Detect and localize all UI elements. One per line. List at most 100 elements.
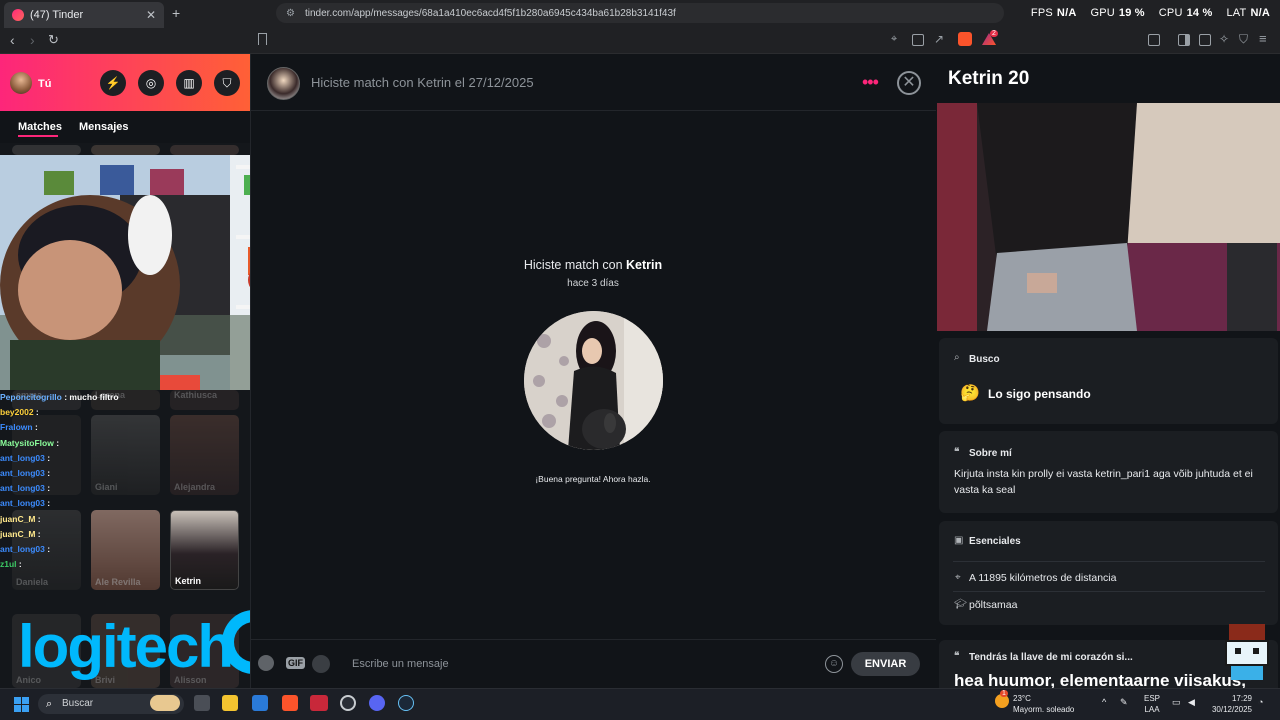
safety-toolkit-icon[interactable] — [258, 655, 274, 671]
close-conversation-icon[interactable]: ✕ — [897, 71, 921, 95]
match-name: Daniela — [16, 577, 49, 587]
leo-ai-icon[interactable]: ✧ — [1219, 32, 1229, 46]
match-card[interactable] — [91, 145, 160, 155]
looking-for-value: Lo sigo pensando — [988, 387, 1091, 401]
browser-tab[interactable]: (47) Tinder ✕ — [4, 2, 164, 28]
send-button[interactable]: ENVIAR — [851, 652, 920, 676]
system-clock[interactable]: 17:29 30/12/2025 — [1208, 693, 1252, 715]
match-card[interactable] — [12, 145, 81, 155]
location-icon[interactable]: ⌖ — [891, 33, 897, 46]
bookmark-icon[interactable] — [258, 33, 267, 45]
site-info-icon[interactable]: ⚙ — [286, 8, 295, 19]
chat-text: : mucho filtro — [61, 392, 119, 402]
quote-icon: ❝ — [954, 651, 960, 662]
my-profile-label[interactable]: Tú — [38, 78, 51, 90]
fps-value: N/A — [1056, 7, 1077, 19]
location-pin-icon: ⌖ — [955, 572, 961, 583]
search-icon: ⌕ — [954, 352, 960, 363]
obs-studio-icon[interactable] — [340, 695, 356, 711]
gpu-value: 19 % — [1118, 7, 1145, 19]
back-icon[interactable]: ‹ — [10, 32, 15, 48]
chat-text: : — [44, 467, 51, 478]
chat-text: : — [33, 407, 39, 418]
profile-photo[interactable] — [937, 103, 1280, 331]
quote-icon: ❝ — [954, 447, 960, 458]
chat-message: ant_long03 : — [0, 542, 250, 557]
education-text: põltsamaa — [969, 599, 1018, 611]
emoji-icon[interactable]: ☺ — [825, 655, 843, 673]
chat-username: ant_long03 — [0, 543, 45, 554]
profile-name: Ketrin 20 — [948, 68, 1030, 89]
search-icon: ⌕ — [46, 698, 53, 710]
sidebar-panel-icon[interactable] — [1148, 34, 1160, 46]
spotify-icon[interactable] — [312, 655, 330, 673]
split-view-icon[interactable] — [1178, 34, 1190, 46]
chat-username: ant_long03 — [0, 483, 45, 494]
looking-for-title: Busco — [969, 354, 1000, 365]
passport-icon[interactable]: ▥ — [176, 70, 202, 96]
more-options-icon[interactable]: ••• — [862, 72, 879, 93]
obs-app-icon[interactable] — [310, 695, 328, 711]
match-title-name: Ketrin — [626, 258, 663, 272]
chat-message: MatysitoFlow : — [0, 436, 250, 451]
tinder-favicon-icon — [12, 9, 24, 21]
steam-icon[interactable] — [398, 695, 414, 711]
my-avatar[interactable] — [10, 72, 32, 94]
language-indicator[interactable]: ESP LAA — [1144, 693, 1160, 715]
prompt-card-title: Tendrás la llave de mi corazón si... — [969, 652, 1133, 663]
network-icon[interactable]: ▭ — [1172, 697, 1181, 708]
url-text: tinder.com/app/messages/68a1a410ec6acd4f… — [304, 7, 676, 19]
windows-start-icon[interactable] — [14, 697, 29, 712]
chat-text: : — [35, 513, 41, 524]
fps-label: FPS — [1030, 7, 1053, 19]
file-explorer-icon[interactable] — [222, 695, 238, 711]
match-name: Ketrin — [175, 576, 202, 586]
logitech-logo: logitech — [18, 613, 234, 680]
weather-temp: 23°C — [1013, 694, 1031, 703]
chat-username: bey2002 — [0, 407, 34, 418]
safety-shield-icon[interactable]: ⛉ — [214, 70, 240, 96]
new-tab-button[interactable]: + — [172, 5, 180, 21]
tab-matches[interactable]: Matches — [18, 121, 62, 133]
task-view-icon[interactable] — [194, 695, 210, 711]
share-icon[interactable]: ↗ — [934, 32, 944, 46]
explore-icon[interactable]: ◎ — [138, 70, 164, 96]
message-input[interactable] — [344, 653, 812, 675]
weather-desc: Mayorm. soleado — [1013, 705, 1075, 714]
reload-icon[interactable]: ↻ — [48, 32, 59, 48]
forward-icon[interactable]: › — [30, 32, 35, 48]
match-card[interactable] — [170, 145, 239, 155]
match-avatar[interactable] — [267, 67, 300, 100]
chat-username: juanC_M — [0, 528, 36, 539]
discord-icon[interactable] — [369, 695, 385, 711]
gif-button[interactable]: GIF — [286, 657, 305, 669]
volume-icon[interactable]: ◀ — [1188, 697, 1195, 708]
chat-message: bey2002 : — [0, 405, 250, 420]
tray-chevron-icon[interactable]: ^ — [1102, 697, 1106, 707]
wallet-icon[interactable] — [1199, 34, 1211, 46]
match-title-prefix: Hiciste match con — [523, 258, 626, 272]
chat-message: juanC_M : — [0, 527, 250, 542]
brave-browser-icon[interactable] — [282, 695, 298, 711]
chat-username: z1ul — [0, 559, 17, 570]
lang-top: ESP — [1144, 694, 1161, 703]
cast-icon[interactable] — [912, 34, 924, 46]
weather-widget[interactable]: 23°C Mayorm. soleado — [1013, 693, 1074, 715]
boost-icon[interactable]: ⚡ — [100, 70, 126, 96]
menu-icon[interactable]: ≡ — [1259, 31, 1267, 46]
cpu-value: 14 % — [1186, 7, 1213, 19]
tab-close-icon[interactable]: ✕ — [146, 8, 156, 22]
notification-bell-icon[interactable]: ◔ — [1258, 697, 1263, 707]
chat-text: : — [44, 498, 51, 509]
chat-username: MatysitoFlow — [0, 437, 54, 448]
brave-shields-icon[interactable] — [958, 32, 972, 46]
tray-pen-icon[interactable]: ✎ — [1120, 697, 1128, 708]
address-bar[interactable]: ⚙ tinder.com/app/messages/68a1a410ec6acd… — [276, 3, 1004, 23]
tab-messages[interactable]: Mensajes — [79, 121, 129, 133]
chat-username: Peponcitogrillo — [0, 392, 62, 402]
store-icon[interactable] — [252, 695, 268, 711]
vpn-icon[interactable]: ⛉ — [1239, 32, 1248, 47]
chat-message: z1ul : — [0, 557, 250, 572]
search-highlight-icon — [150, 695, 180, 711]
match-photo[interactable] — [524, 311, 663, 450]
